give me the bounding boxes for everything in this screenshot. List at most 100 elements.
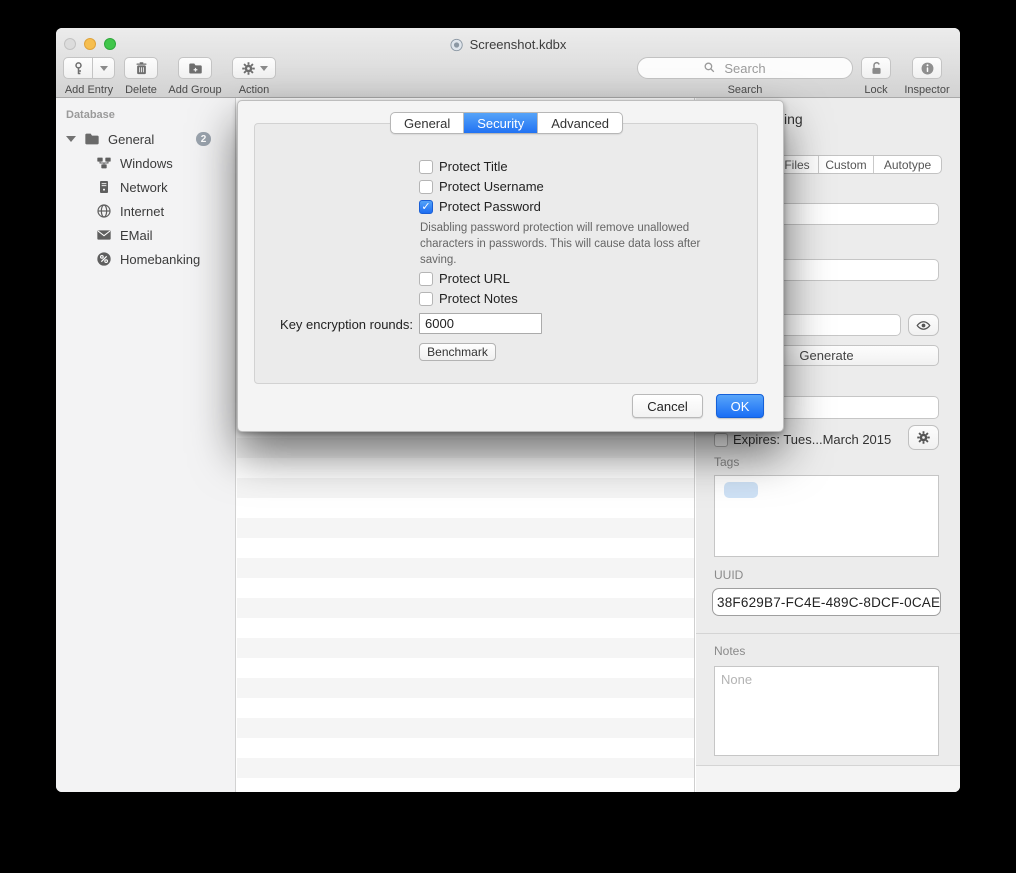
sidebar-item-network[interactable]: Network	[96, 175, 168, 199]
protect-username-label: Protect Username	[439, 179, 544, 194]
lock-group: Lock	[856, 57, 896, 96]
search-input[interactable]	[637, 57, 853, 79]
add-entry-label: Add Entry	[65, 84, 113, 96]
reveal-password-button[interactable]	[908, 314, 939, 336]
delete-group: Delete	[120, 57, 162, 96]
folder-icon	[84, 131, 100, 147]
count-badge: 2	[196, 132, 211, 146]
protect-title-label: Protect Title	[439, 159, 508, 174]
delete-label: Delete	[125, 84, 157, 96]
protect-url-label: Protect URL	[439, 271, 510, 286]
info-icon	[920, 61, 935, 76]
gear-icon	[241, 61, 256, 76]
tab-advanced[interactable]: Advanced	[537, 113, 622, 133]
gear-icon	[916, 430, 931, 445]
uuid-field[interactable]	[712, 588, 941, 616]
delete-button[interactable]	[124, 57, 158, 79]
action-button[interactable]	[232, 57, 276, 79]
protect-url-checkbox[interactable]	[419, 272, 433, 286]
folder-plus-icon	[188, 61, 203, 76]
app-window: Screenshot.kdbx	[56, 28, 960, 792]
cancel-button[interactable]: Cancel	[632, 394, 703, 418]
protect-url-row: Protect URL	[419, 271, 510, 286]
tab-security[interactable]: Security	[463, 113, 537, 133]
chevron-down-icon	[100, 66, 108, 71]
window-title-group: Screenshot.kdbx	[450, 37, 567, 52]
action-group: Action	[226, 57, 282, 96]
screen: Screenshot.kdbx	[0, 0, 1016, 873]
window-title: Screenshot.kdbx	[470, 37, 567, 52]
inspector-toggle-group: Inspector	[903, 57, 951, 96]
close-button[interactable]	[64, 38, 76, 50]
add-group-label: Add Group	[168, 84, 221, 96]
sidebar-item-label: Network	[120, 180, 168, 195]
workgroup-icon	[96, 155, 112, 171]
inspector-footer	[696, 766, 960, 792]
add-entry-dropdown-button[interactable]	[93, 57, 115, 79]
sidebar-item-internet[interactable]: Internet	[96, 199, 164, 223]
inspector-button[interactable]	[912, 57, 942, 79]
search-group: Search	[637, 57, 853, 96]
sidebar-item-label: General	[108, 132, 154, 147]
protect-title-row: Protect Title	[419, 159, 508, 174]
notes-label: Notes	[714, 644, 745, 658]
chevron-down-icon	[260, 66, 268, 71]
disclosure-triangle-icon[interactable]	[66, 136, 76, 142]
sidebar-item-windows[interactable]: Windows	[96, 151, 173, 175]
tag-token[interactable]	[724, 482, 758, 498]
rounds-input[interactable]	[419, 313, 542, 334]
sidebar: Database General 2 Windows	[56, 98, 236, 792]
zoom-button[interactable]	[104, 38, 116, 50]
notes-field[interactable]	[714, 666, 939, 756]
lock-label: Lock	[864, 84, 887, 96]
add-entry-group: Add Entry	[63, 57, 115, 96]
minimize-button[interactable]	[84, 38, 96, 50]
protect-notes-label: Protect Notes	[439, 291, 518, 306]
add-entry-button[interactable]	[63, 57, 93, 79]
tab-autotype[interactable]: Autotype	[873, 156, 941, 173]
percent-icon	[96, 251, 112, 267]
add-group-button[interactable]	[178, 57, 212, 79]
lock-button[interactable]	[861, 57, 891, 79]
expires-row: Expires: Tues...March 2015	[714, 432, 891, 447]
protect-password-label: Protect Password	[439, 199, 541, 214]
globe-icon	[96, 203, 112, 219]
expires-options-button[interactable]	[908, 425, 939, 450]
titlebar: Screenshot.kdbx	[56, 28, 960, 98]
divider	[696, 633, 960, 634]
search-label: Search	[728, 84, 763, 96]
protect-username-checkbox[interactable]	[419, 180, 433, 194]
protect-password-row: ✓ Protect Password	[419, 199, 541, 214]
protect-title-checkbox[interactable]	[419, 160, 433, 174]
uuid-label: UUID	[714, 568, 743, 582]
trash-icon	[134, 61, 149, 76]
document-icon	[450, 38, 464, 52]
tab-general[interactable]: General	[391, 113, 463, 133]
sidebar-item-email[interactable]: EMail	[96, 223, 153, 247]
benchmark-button[interactable]: Benchmark	[419, 343, 496, 361]
tab-custom[interactable]: Custom	[818, 156, 873, 173]
sidebar-item-general[interactable]: General 2	[66, 127, 226, 151]
sidebar-item-homebanking[interactable]: Homebanking	[96, 247, 200, 271]
expires-checkbox[interactable]	[714, 433, 728, 447]
protect-password-checkbox[interactable]: ✓	[419, 200, 433, 214]
ok-button[interactable]: OK	[716, 394, 764, 418]
protect-username-row: Protect Username	[419, 179, 544, 194]
password-protection-warning: Disabling password protection will remov…	[420, 220, 765, 268]
server-icon	[96, 179, 112, 195]
rounds-label: Key encryption rounds:	[258, 317, 413, 332]
key-icon	[71, 61, 86, 76]
entry-title-partial: ing	[784, 111, 803, 127]
tags-label: Tags	[714, 455, 739, 469]
protect-notes-row: Protect Notes	[419, 291, 518, 306]
eye-icon	[916, 318, 931, 333]
protect-notes-checkbox[interactable]	[419, 292, 433, 306]
sidebar-item-label: Windows	[120, 156, 173, 171]
tags-box[interactable]	[714, 475, 939, 557]
expires-label: Expires: Tues...March 2015	[733, 432, 891, 447]
add-group-group: Add Group	[164, 57, 226, 96]
action-label: Action	[239, 84, 270, 96]
sidebar-item-label: Internet	[120, 204, 164, 219]
sidebar-item-label: EMail	[120, 228, 153, 243]
sidebar-item-label: Homebanking	[120, 252, 200, 267]
